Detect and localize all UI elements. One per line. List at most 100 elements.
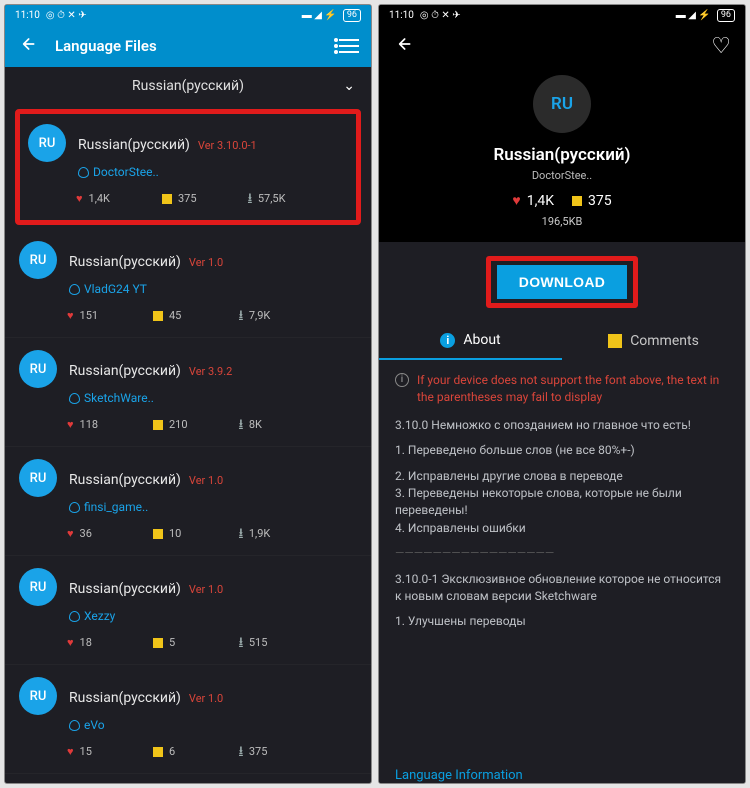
language-name: Russian(русский) xyxy=(78,137,190,153)
detail-tabs: i About Comments xyxy=(379,322,745,360)
comment-icon xyxy=(153,747,163,757)
heart-icon: ♥ xyxy=(76,192,83,205)
language-author[interactable]: Xezzy xyxy=(69,609,357,623)
downloads-count: 1,9K xyxy=(249,527,270,540)
status-bar: 11:10 ◎ ⏱ ✕ ✈ ▬ ◢ ⚡ 96 xyxy=(5,5,371,25)
about-line: 4. Исправлены ошибки xyxy=(395,520,729,537)
language-author[interactable]: finsi_game.. xyxy=(69,500,357,514)
page-title: Language Files xyxy=(55,37,321,55)
download-icon: ⭳ xyxy=(239,306,243,325)
language-filter-label: Russian(русский) xyxy=(132,78,244,94)
language-name: Russian(русский) xyxy=(69,690,181,706)
heart-icon: ♥ xyxy=(512,192,520,209)
comments-count: 375 xyxy=(588,193,612,209)
heart-icon: ♥ xyxy=(67,418,74,431)
likes-count: 118 xyxy=(80,418,99,431)
comment-icon xyxy=(153,311,163,321)
about-line: 1. Улучшены переводы xyxy=(395,613,729,630)
comments-count: 45 xyxy=(169,309,181,322)
about-line: 1. Переведено больше слов (не все 80%+-) xyxy=(395,442,729,459)
tab-comments[interactable]: Comments xyxy=(562,322,745,360)
language-item[interactable]: RURussian(русский)Ver 3.9.2SketchWare..♥… xyxy=(5,338,371,447)
phone-left: 11:10 ◎ ⏱ ✕ ✈ ▬ ◢ ⚡ 96 Language Files Ru… xyxy=(4,4,372,784)
tab-about[interactable]: i About xyxy=(379,322,562,360)
language-author[interactable]: DoctorStee.. xyxy=(78,165,348,179)
download-icon: ⭳ xyxy=(239,633,243,652)
language-name: Russian(русский) xyxy=(69,581,181,597)
language-item[interactable]: RURussian(русский)Ver 1.0eVo♥156⭳375 xyxy=(5,665,371,774)
favorite-button[interactable]: ♡ xyxy=(711,34,731,59)
chevron-down-icon: ⌄ xyxy=(343,78,355,94)
language-stats: ♥ 151 45 ⭳ 7,9K xyxy=(67,306,357,335)
about-line: 3.10.0 Немножко с опозданием но главное … xyxy=(395,417,729,434)
language-author[interactable]: VladG24 YT xyxy=(69,282,357,296)
language-version: Ver 1.0 xyxy=(189,474,223,487)
language-filter[interactable]: Russian(русский) ⌄ xyxy=(5,67,371,105)
warning-text: If your device does not support the font… xyxy=(417,372,729,407)
language-version: Ver 1.0 xyxy=(189,692,223,705)
heart-icon: ♥ xyxy=(67,309,74,322)
language-version: Ver 3.10.0-1 xyxy=(198,139,257,152)
file-size: 196,5KB xyxy=(379,215,745,228)
app-bar: Language Files xyxy=(5,25,371,67)
language-name: Russian(русский) xyxy=(379,145,745,165)
comment-icon xyxy=(608,334,622,348)
download-icon: ⭳ xyxy=(239,742,243,761)
download-icon: ⭳ xyxy=(239,415,243,434)
language-item[interactable]: RURussian(русский)Ver 1.0Xezzy♥185⭳515 xyxy=(5,556,371,665)
about-line: 3. Переведены некоторые слова, которые н… xyxy=(395,485,729,520)
language-name: Russian(русский) xyxy=(69,363,181,379)
language-list: RU Russian(русский) Ver 3.10.0-1 DoctorStee… xyxy=(5,105,371,783)
view-list-icon[interactable] xyxy=(339,39,359,53)
likes-count: 1,4K xyxy=(527,193,554,209)
status-battery: 96 xyxy=(717,9,735,22)
status-signal: ▬ ◢ ⚡ xyxy=(302,10,337,21)
phone-right: 11:10 ◎ ⏱ ✕ ✈ ▬ ◢ ⚡ 96 ♡ RU Russian(русс… xyxy=(378,4,746,784)
language-avatar: RU xyxy=(533,75,591,133)
language-item[interactable]: RURussian(русский)Ver 1.0finsi_game..♥36… xyxy=(5,447,371,556)
separator: ————————————————— xyxy=(395,545,729,562)
tab-comments-label: Comments xyxy=(630,333,699,349)
comment-icon xyxy=(153,638,163,648)
language-stats: ♥185⭳515 xyxy=(67,633,357,662)
comments-count: 375 xyxy=(178,192,197,205)
download-icon: ⭳ xyxy=(239,524,243,543)
status-icons: ◎ ⏱ ✕ ✈ xyxy=(420,10,461,21)
language-avatar: RU xyxy=(19,350,57,388)
heart-icon: ♥ xyxy=(67,636,74,649)
language-version: Ver 1.0 xyxy=(189,583,223,596)
highlight-frame: DOWNLOAD xyxy=(486,256,638,308)
detail-header: RU Russian(русский) DoctorStee.. ♥ 1,4K … xyxy=(379,67,745,242)
language-author[interactable]: SketchWare.. xyxy=(69,391,357,405)
language-information-link[interactable]: Language Information xyxy=(379,764,745,783)
language-author[interactable]: eVo xyxy=(69,718,357,732)
info-icon: i xyxy=(440,333,455,348)
likes-count: 151 xyxy=(80,309,99,322)
back-button[interactable] xyxy=(393,34,413,58)
status-icons: ◎ ⏱ ✕ ✈ xyxy=(46,10,87,21)
heart-icon: ♥ xyxy=(67,745,74,758)
comments-count: 10 xyxy=(169,527,181,540)
download-icon: ⭳ xyxy=(248,189,252,208)
language-item[interactable]: RURussian(русский)Ver 1.0VladG24 YT♥1514… xyxy=(5,229,371,338)
downloads-count: 515 xyxy=(249,636,268,649)
downloads-count: 7,9K xyxy=(249,309,270,322)
downloads-count: 375 xyxy=(249,745,268,758)
info-icon: i xyxy=(395,373,409,387)
comment-icon xyxy=(153,529,163,539)
back-button[interactable] xyxy=(17,34,37,58)
likes-count: 1,4K xyxy=(89,192,110,205)
downloads-count: 57,5K xyxy=(258,192,286,205)
detail-stats: ♥ 1,4K 375 xyxy=(379,192,745,209)
download-button[interactable]: DOWNLOAD xyxy=(497,265,627,299)
language-avatar: RU xyxy=(28,124,66,162)
language-version: Ver 1.0 xyxy=(189,256,223,269)
language-author[interactable]: DoctorStee.. xyxy=(379,169,745,182)
comments-count: 5 xyxy=(169,636,175,649)
font-warning: i If your device does not support the fo… xyxy=(395,372,729,407)
about-body: i If your device does not support the fo… xyxy=(379,360,745,764)
language-avatar: RU xyxy=(19,677,57,715)
language-item[interactable]: RU Russian(русский) Ver 3.10.0-1 DoctorStee… xyxy=(15,109,361,225)
tab-about-label: About xyxy=(463,332,500,348)
status-time: 11:10 xyxy=(389,10,414,21)
